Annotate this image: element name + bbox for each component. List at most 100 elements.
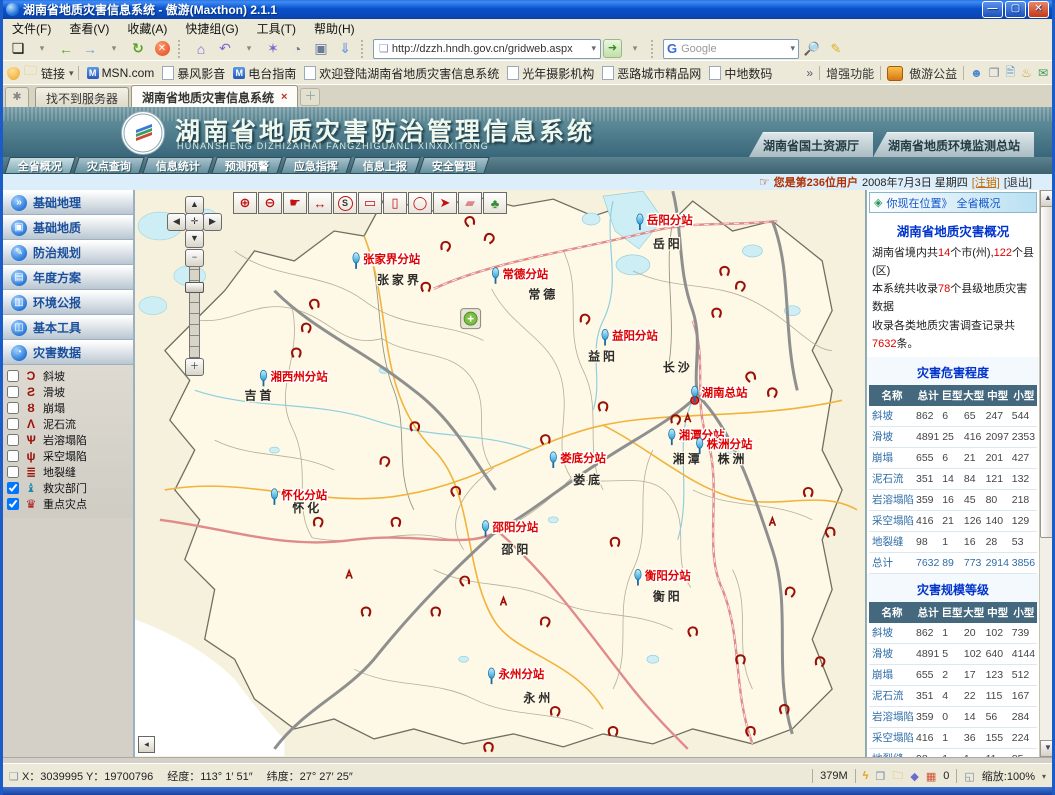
window-icon[interactable]: ❐ [989, 66, 1000, 80]
scroll-down-button[interactable]: ▼ [1040, 740, 1055, 757]
favorites-button[interactable]: ✱ [5, 87, 29, 108]
zoom-slider-handle[interactable] [185, 282, 204, 293]
link-label[interactable]: 恶路城市精品网 [617, 65, 701, 82]
pan-center-button[interactable]: ✛ [185, 213, 204, 231]
map-tool-eraser-button[interactable]: ▰ [458, 192, 482, 214]
station-label[interactable]: 益阳分站 [612, 329, 658, 343]
link-item[interactable]: 中地数码 [705, 65, 776, 82]
link-label[interactable]: 光年摄影机构 [522, 65, 594, 82]
history-dropdown[interactable]: ▾ [103, 39, 125, 59]
scroll-thumb[interactable] [1040, 206, 1055, 538]
zoom-level[interactable]: 缩放:100% [982, 768, 1035, 784]
menu-item[interactable]: 帮助(H) [305, 19, 364, 38]
close-tab-icon[interactable]: × [281, 91, 287, 103]
links-folder-caret[interactable]: ▾ [69, 68, 74, 79]
layer-checkbox-崩塌[interactable] [7, 402, 19, 414]
back-button[interactable]: ← [55, 39, 77, 59]
nav-tab[interactable]: 灾点查询 [73, 157, 145, 174]
boost-icon[interactable]: ϟ [863, 770, 869, 782]
logout-link[interactable]: [注销] [972, 174, 1000, 190]
folder-icon[interactable]: 🗀 [892, 767, 903, 786]
link-item[interactable]: 恶路城市精品网 [598, 65, 705, 82]
pages-icon[interactable]: 🗎 [1006, 63, 1016, 84]
menu-item[interactable]: 文件(F) [3, 19, 60, 38]
address-bar[interactable]: ❏ http://dzzh.hndh.gov.cn/gridweb.aspx ▾ [373, 39, 601, 59]
layer-checkbox-救灾部门[interactable] [7, 482, 19, 494]
zoom-slider-track[interactable] [189, 266, 200, 358]
sidebar-section-年度方案[interactable]: ▤年度方案 [3, 265, 133, 290]
home-button[interactable]: ⌂ [190, 39, 212, 59]
undo-button[interactable]: ↶ [214, 39, 236, 59]
layer-checkbox-采空塌陷[interactable] [7, 450, 19, 462]
forward-button[interactable]: → [79, 39, 101, 59]
layer-checkbox-斜坡[interactable] [7, 370, 19, 382]
nav-tab[interactable]: 预测预警 [211, 157, 283, 174]
menu-item[interactable]: 工具(T) [248, 19, 305, 38]
banner-link[interactable]: 湖南省地质环境监测总站 [873, 132, 1034, 157]
link-label[interactable]: MSN.com [102, 66, 155, 80]
link-item[interactable]: 光年摄影机构 [503, 65, 598, 82]
exit-link[interactable]: [退出] [1004, 174, 1032, 190]
new-page-dropdown[interactable]: ▾ [31, 39, 53, 59]
sidebar-section-环境公报[interactable]: ▥环境公报 [3, 290, 133, 315]
downloader-button[interactable]: ⇓ [334, 39, 356, 59]
go-button[interactable]: ➜ [603, 39, 622, 58]
undo-dropdown[interactable]: ▾ [238, 39, 260, 59]
sidebar-section-灾害数据[interactable]: ◔灾害数据 [3, 340, 133, 365]
pan-down-button[interactable]: ▼ [185, 230, 204, 248]
map-tool-measure-button[interactable]: ↔ [308, 192, 332, 214]
map-tool-select-s-button[interactable]: S [333, 192, 357, 214]
link-label[interactable]: 暴风影音 [177, 65, 225, 82]
filler-wand-button[interactable]: ✶ [262, 39, 284, 59]
search-box[interactable]: G Google ▾ [663, 39, 799, 59]
menu-item[interactable]: 快捷组(G) [176, 19, 247, 38]
map-tool-circle-select-button[interactable]: ◯ [408, 192, 432, 214]
nav-tab[interactable]: 安全管理 [418, 157, 490, 174]
sidebar-section-防治规划[interactable]: ✎防治规划 [3, 240, 133, 265]
station-label[interactable]: 张家界分站 [363, 252, 421, 266]
station-label[interactable]: 岳阳分站 [647, 213, 693, 227]
stop-button[interactable]: ✕ [151, 39, 173, 59]
link-item[interactable]: 欢迎登陆湖南省地质灾害信息系统 [300, 65, 503, 82]
messenger-icon[interactable]: ☻ [970, 66, 983, 80]
zoom-in-slider-button[interactable]: ＋ [185, 358, 204, 376]
search-button[interactable]: 🔎 [801, 39, 823, 59]
browser-tab[interactable]: 找不到服务器 [35, 87, 129, 108]
nav-tab[interactable]: 全省概况 [4, 157, 76, 174]
zoom-dropdown[interactable]: ▾ [1042, 772, 1046, 781]
station-label[interactable]: 湖南总站 [702, 385, 748, 399]
nav-tab[interactable]: 信息统计 [142, 157, 214, 174]
plugin-icon[interactable]: ◆ [910, 770, 918, 783]
new-page-button[interactable]: ❏ [7, 39, 29, 59]
zoom-out-slider-button[interactable]: − [185, 249, 204, 267]
nav-tab[interactable]: 应急指挥 [280, 157, 352, 174]
station-label[interactable]: 株洲分站 [707, 437, 753, 451]
ad-filter-icon[interactable]: ▦ [926, 770, 936, 783]
link-item[interactable]: M电台指南 [229, 65, 300, 82]
banner-link[interactable]: 湖南省国土资源厅 [749, 132, 873, 157]
layer-checkbox-泥石流[interactable] [7, 418, 19, 430]
station-label[interactable]: 邵阳分站 [492, 520, 539, 534]
map-tool-rect-zoom-out-button[interactable]: ▯ [383, 192, 407, 214]
go-dropdown[interactable]: ▾ [624, 39, 646, 59]
nav-tab[interactable]: 信息上报 [349, 157, 421, 174]
new-tab-button[interactable]: ＋ [300, 88, 320, 106]
menu-item[interactable]: 收藏(A) [118, 19, 176, 38]
minimize-button[interactable]: — [982, 1, 1003, 18]
links-folder-label[interactable]: 链接 [41, 65, 65, 82]
address-dropdown[interactable]: ▾ [589, 43, 598, 54]
search-dropdown[interactable]: ▾ [790, 43, 795, 54]
location-value[interactable]: 全省概况 [956, 195, 1000, 211]
browser-tab[interactable]: 湖南省地质灾害信息系统× [131, 85, 298, 108]
layer-checkbox-地裂缝[interactable] [7, 466, 19, 478]
pan-up-button[interactable]: ▲ [185, 196, 204, 214]
station-label[interactable]: 常德分站 [502, 267, 548, 281]
close-button[interactable]: ✕ [1028, 1, 1049, 18]
pan-right-button[interactable]: ▶ [203, 213, 222, 231]
mail-icon[interactable]: ✉ [1038, 66, 1048, 80]
refresh-button[interactable]: ↻ [127, 39, 149, 59]
zoom-icon[interactable]: ◱ [964, 770, 974, 783]
sidebar-section-基础地质[interactable]: ▣基础地质 [3, 215, 133, 240]
map-tool-zoom-out-button[interactable]: ⊖ [258, 192, 282, 214]
station-label[interactable]: 怀化分站 [281, 488, 327, 502]
